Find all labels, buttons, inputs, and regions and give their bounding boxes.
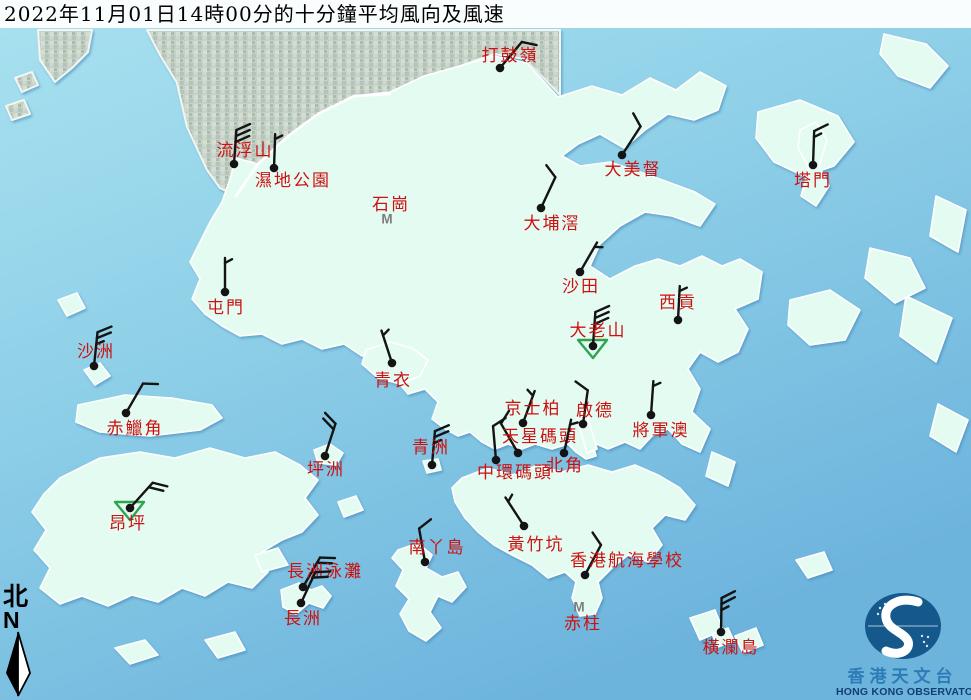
wind-barb-feather (320, 558, 335, 559)
station-label: 塔門 (794, 171, 832, 191)
station-label: 打鼓嶺 (482, 46, 539, 66)
station-dot (520, 522, 529, 531)
station-label: 石崗 (372, 195, 410, 215)
station-label: 屯門 (207, 298, 245, 318)
wind-barb-feather (315, 571, 330, 572)
station-label: 赤鱲角 (107, 419, 164, 439)
wind-map-page: 流浮山濕地公園 打鼓嶺大美督塔門 M 石崗大埔滘沙田西貢 屯門沙洲赤鱲角 青衣昂坪 坪洲 青洲… (0, 0, 971, 700)
compass-n-label: N (3, 610, 37, 630)
station-dot (809, 161, 818, 170)
station-dot (717, 628, 726, 637)
station-label: 京士柏 (505, 399, 562, 419)
station-dot (428, 461, 437, 470)
station-label: 橫瀾島 (703, 638, 760, 658)
station-label: 大老山 (570, 321, 627, 341)
station-dot (321, 452, 330, 461)
map-title: 2022年11月01日14時00分的十分鐘平均風向及風速 (0, 0, 971, 28)
station-dot (514, 449, 523, 458)
station-dot (647, 411, 656, 420)
station-label: 青洲 (412, 438, 450, 458)
station-dot (421, 558, 430, 567)
station-dot (674, 316, 683, 325)
station-dot (519, 419, 528, 428)
station-dot (576, 268, 585, 277)
logo-title-english: HONG KONG OBSERVATORY (836, 686, 969, 699)
station-dot (618, 151, 627, 160)
station-label: 赤柱 (564, 614, 602, 634)
station-dot (388, 359, 397, 368)
station-label: 將軍澳 (633, 421, 690, 441)
station-label: 沙田 (562, 277, 600, 297)
station-label: 啟德 (576, 401, 614, 421)
station-label: 南丫島 (409, 538, 466, 558)
station-dot (122, 409, 131, 418)
hong-kong-map-canvas: 流浮山濕地公園 打鼓嶺大美督塔門 M 石崗大埔滘沙田西貢 屯門沙洲赤鱲角 青衣昂坪 坪洲 青洲… (0, 0, 971, 700)
station-dot (589, 342, 598, 351)
station-label: 黃竹坑 (508, 535, 565, 555)
station-label: 流浮山 (217, 141, 274, 161)
logo-title-chinese: 香港天文台 (836, 667, 969, 686)
station-label: 大美督 (605, 160, 662, 180)
compass-north: 北 N (3, 584, 37, 700)
station-dot (221, 288, 230, 297)
wind-barb-feather (313, 577, 328, 578)
station-label: 中環碼頭 (477, 463, 553, 483)
station-label: 西貢 (659, 293, 697, 313)
station-dot (90, 362, 99, 371)
wind-barb-feather (143, 384, 158, 385)
station-label: 北角 (546, 456, 584, 476)
hko-emblem-icon (836, 590, 969, 662)
station-label: 長洲 (284, 609, 322, 629)
hko-logo: 香港天文台 HONG KONG OBSERVATORY (836, 590, 969, 699)
station-dot (126, 504, 135, 513)
station-label: 昂坪 (109, 514, 147, 534)
station-label: 青衣 (374, 371, 412, 391)
station-dot (581, 571, 590, 580)
station-label: 大埔滘 (524, 214, 581, 234)
station-label: 香港航海學校 (570, 551, 684, 571)
station-label: 坪洲 (307, 460, 345, 480)
north-arrow-icon (3, 630, 33, 698)
station-label: 沙洲 (77, 342, 115, 362)
station-label: 濕地公園 (255, 171, 331, 191)
station-dot (297, 599, 306, 608)
missing-data-marker: M (573, 600, 584, 615)
station-dot (537, 204, 546, 213)
